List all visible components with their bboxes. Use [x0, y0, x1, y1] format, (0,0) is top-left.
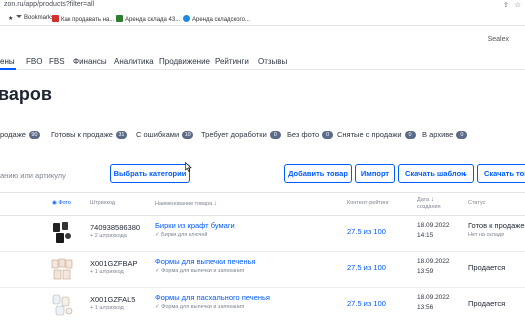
count-badge: 0 — [456, 131, 468, 139]
browser-address-bar[interactable]: zon.ru/app/products?filter=all ⇪ ☆ — [0, 0, 525, 13]
content-rating-link[interactable]: 27.5 из 100 — [347, 299, 386, 308]
nav-item-reviews[interactable]: Отзывы — [258, 57, 287, 66]
bookmark-warehouse-rent-2[interactable]: Аренда складского... — [183, 15, 250, 23]
share-icon[interactable]: ⇪ — [503, 2, 509, 9]
bookmarks-arrow-icon — [16, 15, 22, 19]
product-name-link[interactable]: Формы для выпечки печенья — [155, 257, 256, 266]
photo-column-header[interactable]: ◉ Фото — [52, 200, 71, 207]
nav-divider — [0, 69, 525, 70]
content-rating-link[interactable]: 27.5 из 100 — [347, 263, 386, 272]
url-text[interactable]: zon.ru/app/products?filter=all — [4, 1, 94, 8]
table-header: ◉ Фото Штрихкод Наименование товара ↓ Ко… — [0, 192, 525, 216]
bookmark-warehouse-rent-1[interactable]: Аренда склада 43... — [116, 15, 180, 23]
product-photo[interactable] — [50, 292, 74, 318]
bookmark-how-to-sell[interactable]: Как продавать на... — [52, 15, 114, 23]
barcode: X001GZFBAP — [90, 259, 138, 268]
filter-on-sale[interactable]: родаже 90 — [0, 130, 40, 139]
created-date: 18.09.2022 13:59 — [417, 258, 450, 275]
filter-no-photo[interactable]: Без фото 0 — [287, 130, 334, 139]
count-badge: 90 — [28, 131, 40, 139]
count-badge: 0 — [322, 131, 334, 139]
status-text: Продается — [468, 263, 506, 272]
barcode-more[interactable]: + 1 штрихкод — [90, 305, 124, 311]
status-column-header: Статус — [468, 200, 486, 206]
date-column-header[interactable]: Дата ↓ создания — [417, 196, 441, 211]
barcode-more[interactable]: + 1 штрихкод — [90, 269, 124, 275]
status-text: Готов к продаже — [468, 221, 525, 230]
product-photo[interactable] — [50, 220, 74, 246]
nav-item-analytics[interactable]: Аналитика — [114, 57, 154, 66]
favicon-icon — [116, 15, 123, 22]
sort-arrow-icon: ↓ — [213, 200, 218, 207]
product-name-link[interactable]: Формы для пасхального печенья — [155, 293, 270, 302]
favicon-icon — [52, 15, 59, 22]
table-row[interactable]: 740938586380 + 2 штрихкода Бирки из краф… — [0, 216, 525, 252]
star-icon[interactable]: ☆ — [515, 2, 521, 9]
bookmarks-bar: ★ Bookmarks Как продавать на... Аренда с… — [0, 13, 525, 26]
barcode-column-header: Штрихкод — [90, 200, 116, 206]
product-category: ✓ Форма для выпечки и запекания — [155, 304, 245, 310]
filter-archive[interactable]: В архиве 0 — [422, 130, 468, 139]
import-button[interactable]: Импорт — [355, 164, 395, 183]
filter-needs-revision[interactable]: Требует доработки 0 — [201, 130, 281, 139]
select-categories-button[interactable]: Выбрать категории — [110, 164, 190, 183]
nav-item-promotion[interactable]: Продвижение — [159, 57, 210, 66]
product-name-link[interactable]: Бирки из крафт бумаги — [155, 221, 235, 230]
search-input[interactable]: анию или артикулу — [0, 171, 66, 180]
address-bar-icons: ⇪ ☆ — [497, 1, 521, 9]
product-category: ✓ Форма для выпечки и запекания — [155, 268, 245, 274]
content-rating-link[interactable]: 27.5 из 100 — [347, 227, 386, 236]
barcode: 740938586380 — [90, 223, 141, 232]
eye-icon: ◉ — [52, 200, 57, 206]
count-badge: 31 — [115, 131, 127, 139]
nav-active-indicator — [0, 68, 16, 70]
nav-item-fbo[interactable]: FBO — [26, 57, 42, 66]
created-date: 18.09.2022 14:15 — [417, 222, 450, 239]
filter-with-errors[interactable]: С ошибками 10 — [136, 130, 194, 139]
nav-item-finance[interactable]: Финансы — [73, 57, 107, 66]
bookmarks-star-icon[interactable]: ★ — [8, 15, 13, 22]
table-row[interactable]: X001GZFBAP + 1 штрихкод Формы для выпечк… — [0, 252, 525, 288]
add-product-button[interactable]: Добавить товар — [284, 164, 352, 183]
count-badge: 0 — [404, 131, 416, 139]
barcode-more[interactable]: + 2 штрихкода — [90, 233, 127, 239]
status-note: Нет на складе — [468, 232, 505, 238]
favicon-icon — [183, 15, 190, 22]
bookmark-bookmarks[interactable]: Bookmarks — [16, 15, 54, 21]
count-badge: 0 — [269, 131, 281, 139]
barcode: X001GZFAL5 — [90, 295, 136, 304]
created-date: 18.09.2022 13:56 — [417, 294, 450, 311]
nav-item-fbs[interactable]: FBS — [49, 57, 65, 66]
mouse-cursor-icon — [185, 162, 192, 172]
rating-column-header: Контент-рейтинг — [347, 200, 390, 206]
seller-name[interactable]: Sealex — [488, 36, 509, 43]
download-template-button[interactable]: Скачать шаблон ⌄ — [398, 164, 474, 183]
nav-item-ratings[interactable]: Рейтинги — [215, 57, 249, 66]
sort-arrow-icon: ↓ — [430, 196, 435, 203]
table-row[interactable]: X001GZFAL5 + 1 штрихкод Формы для пасхал… — [0, 288, 525, 324]
download-products-button[interactable]: Скачать тов — [477, 164, 525, 183]
page-title: варов — [0, 84, 52, 104]
filter-removed-from-sale[interactable]: Снятые с продажи 0 — [337, 130, 416, 139]
chevron-down-icon: ⌄ — [461, 169, 468, 178]
filter-ready-to-sell[interactable]: Готовы к продаже 31 — [51, 130, 127, 139]
nav-item-products[interactable]: ены — [0, 57, 15, 66]
product-photo[interactable] — [50, 256, 74, 282]
count-badge: 10 — [182, 131, 194, 139]
name-column-header[interactable]: Наименование товара ↓ — [155, 200, 217, 208]
product-category: ✓ Бирки для ключей — [155, 232, 208, 238]
status-text: Продается — [468, 299, 506, 308]
